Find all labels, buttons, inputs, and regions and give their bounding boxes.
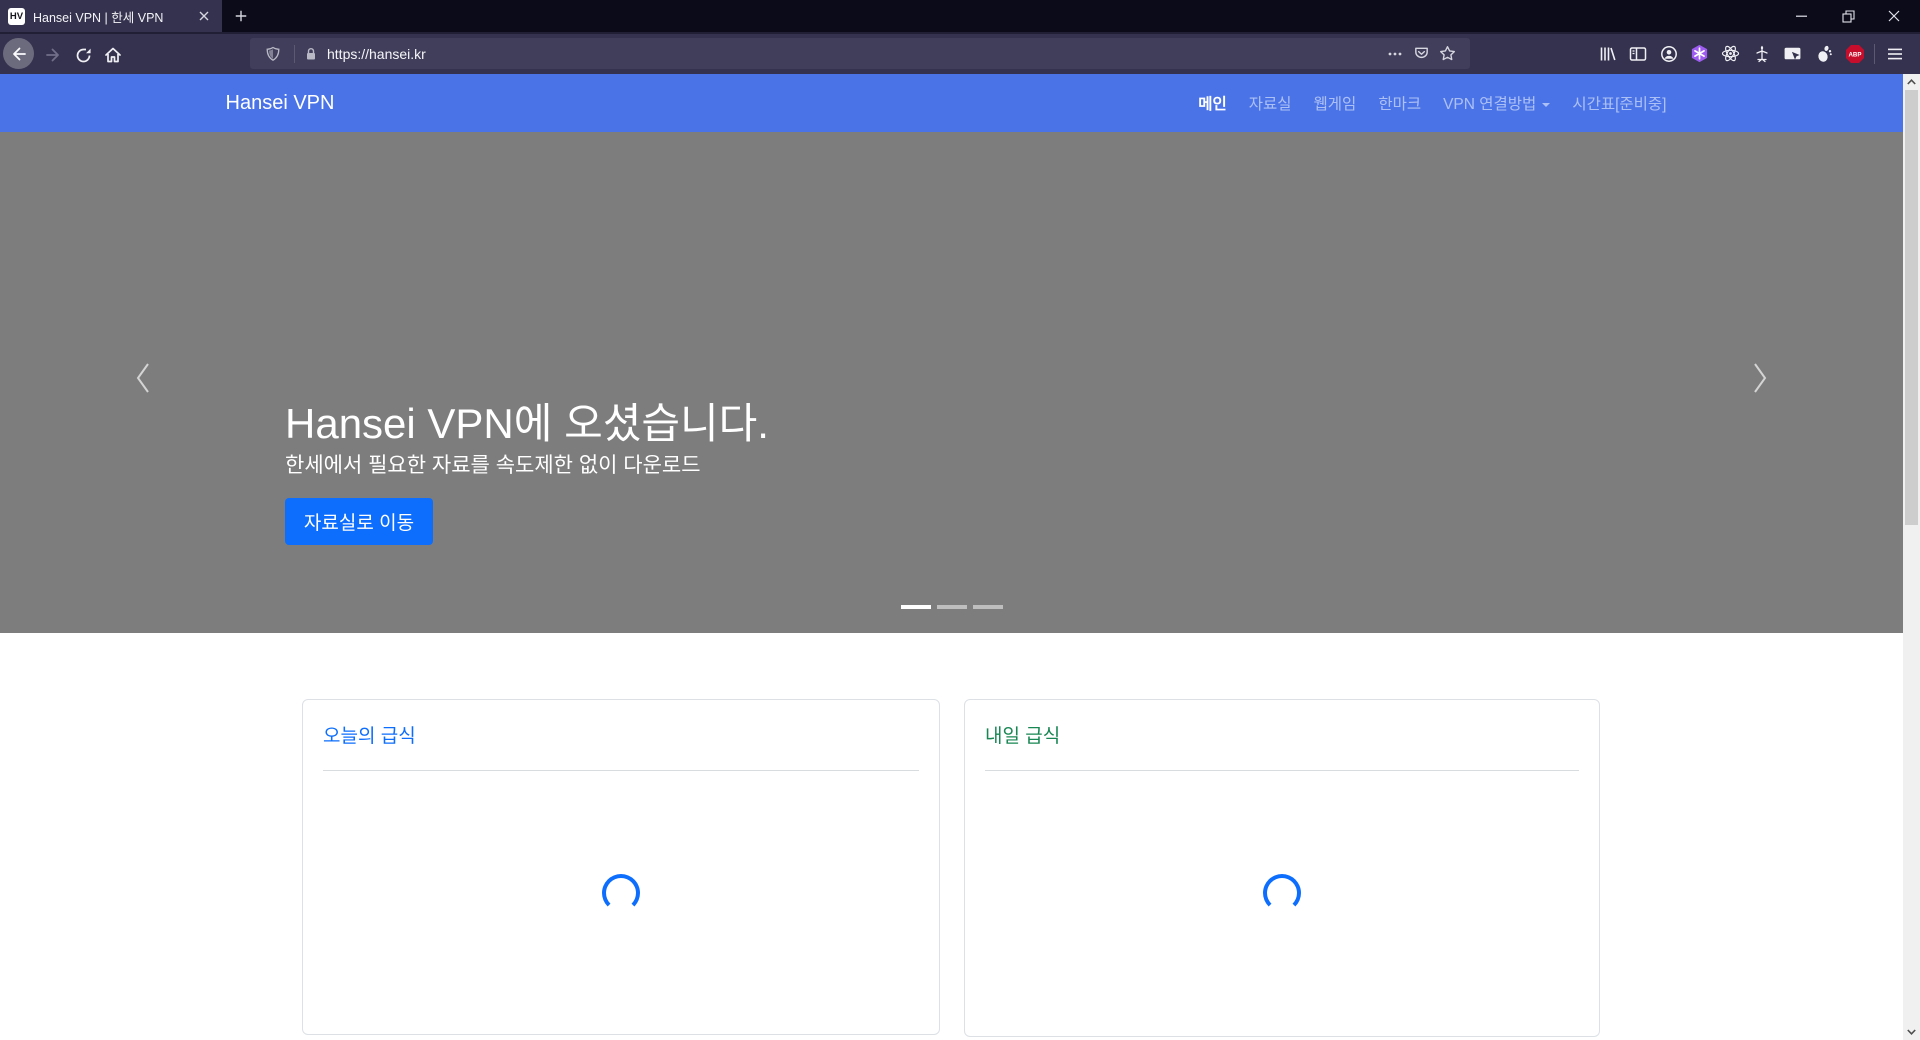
urlbar-separator bbox=[294, 45, 295, 63]
extension-screenshot-button[interactable] bbox=[1777, 38, 1808, 69]
tab-close-button[interactable] bbox=[194, 6, 214, 26]
carousel-indicator-3[interactable] bbox=[973, 605, 1003, 609]
address-bar[interactable]: https://hansei.kr bbox=[250, 38, 1470, 69]
carousel-next-button[interactable] bbox=[1740, 358, 1780, 398]
today-meal-card: 오늘의 급식 bbox=[302, 699, 940, 1035]
page-actions-button[interactable] bbox=[1382, 41, 1408, 67]
chevron-down-icon bbox=[1907, 1029, 1916, 1035]
browser-tab[interactable]: HV Hansei VPN | 한세 VPN bbox=[0, 0, 222, 32]
toolbar-extensions: ABP bbox=[1591, 38, 1910, 69]
screenshot-edit-icon bbox=[1783, 44, 1802, 63]
card-divider bbox=[985, 770, 1579, 771]
hero-cta-button[interactable]: 자료실로 이동 bbox=[285, 498, 433, 545]
extension-tool-button[interactable] bbox=[1746, 38, 1777, 69]
restore-button[interactable] bbox=[1825, 0, 1871, 32]
extension-gnome-button[interactable] bbox=[1808, 38, 1839, 69]
carousel-prev-button[interactable] bbox=[123, 358, 163, 398]
extension-adblock-button[interactable]: ABP bbox=[1839, 38, 1870, 69]
browser-window: HV Hansei VPN | 한세 VPN bbox=[0, 0, 1920, 1040]
nav-item-vpn-dropdown[interactable]: VPN 연결방법 bbox=[1432, 96, 1561, 113]
hamburger-icon bbox=[1887, 46, 1903, 62]
navigation-toolbar: https://hansei.kr bbox=[0, 32, 1920, 74]
loading-spinner bbox=[602, 874, 640, 912]
home-button[interactable] bbox=[102, 44, 124, 66]
pocket-icon bbox=[1413, 45, 1430, 62]
sidebar-icon bbox=[1629, 45, 1647, 63]
nav-item-main[interactable]: 메인 bbox=[1187, 96, 1238, 113]
scrollbar-up-arrow[interactable] bbox=[1903, 74, 1920, 90]
carousel-indicators bbox=[901, 605, 1003, 609]
page-scrollbar[interactable] bbox=[1903, 74, 1920, 1040]
nav-item-timetable[interactable]: 시간표[준비중] bbox=[1561, 96, 1677, 113]
abp-icon: ABP bbox=[1845, 44, 1865, 64]
tab-favicon: HV bbox=[8, 8, 25, 25]
scrollbar-down-arrow[interactable] bbox=[1903, 1024, 1920, 1040]
pocket-button[interactable] bbox=[1408, 41, 1434, 67]
tab-bar: HV Hansei VPN | 한세 VPN bbox=[0, 0, 1920, 32]
gnome-foot-icon bbox=[1815, 45, 1833, 63]
account-icon bbox=[1660, 45, 1678, 63]
star-icon bbox=[1439, 45, 1456, 62]
restore-icon bbox=[1842, 10, 1855, 23]
minimize-icon bbox=[1796, 10, 1808, 22]
new-tab-button[interactable] bbox=[228, 3, 254, 29]
chevron-down-icon bbox=[1542, 103, 1550, 107]
hero-carousel: Hansei VPN에 오셨습니다. 한세에서 필요한 자료를 속도제한 없이 … bbox=[0, 132, 1903, 633]
tomorrow-meal-title: 내일 급식 bbox=[985, 721, 1060, 748]
card-divider bbox=[323, 770, 919, 771]
nav-item-webgame[interactable]: 웹게임 bbox=[1303, 96, 1368, 113]
chevron-up-icon bbox=[1907, 79, 1916, 85]
atom-icon bbox=[1721, 44, 1740, 63]
shield-icon bbox=[265, 46, 281, 62]
site-brand-link[interactable]: Hansei VPN bbox=[226, 92, 335, 115]
tracking-protection-button[interactable] bbox=[260, 41, 286, 67]
svg-text:ABP: ABP bbox=[1848, 51, 1861, 58]
reload-button[interactable] bbox=[72, 44, 94, 66]
scrollbar-thumb[interactable] bbox=[1905, 90, 1918, 525]
sidebar-button[interactable] bbox=[1622, 38, 1653, 69]
loading-spinner bbox=[1263, 874, 1301, 912]
account-button[interactable] bbox=[1653, 38, 1684, 69]
purple-hexagon-extension-icon bbox=[1690, 44, 1709, 63]
chevron-left-icon bbox=[132, 360, 154, 396]
navbar-menu: 메인 자료실 웹게임 한마크 VPN 연결방법 시간표[준비중] bbox=[1187, 92, 1677, 114]
carousel-indicator-2[interactable] bbox=[937, 605, 967, 609]
window-controls bbox=[1779, 0, 1917, 32]
back-arrow-icon bbox=[10, 45, 28, 63]
navbar-container: Hansei VPN 메인 자료실 웹게임 한마크 VPN 연결방법 시간표[준… bbox=[226, 74, 1678, 132]
plus-icon bbox=[234, 9, 248, 23]
minimize-button[interactable] bbox=[1779, 0, 1825, 32]
forward-arrow-icon bbox=[44, 46, 62, 64]
page-viewport: Hansei VPN 메인 자료실 웹게임 한마크 VPN 연결방법 시간표[준… bbox=[0, 74, 1920, 1040]
home-icon bbox=[104, 46, 122, 64]
bookmark-button[interactable] bbox=[1434, 41, 1460, 67]
reload-icon bbox=[75, 47, 92, 64]
forward-button[interactable] bbox=[42, 44, 64, 66]
back-button[interactable] bbox=[3, 38, 34, 69]
today-meal-title: 오늘의 급식 bbox=[323, 721, 416, 748]
library-icon bbox=[1598, 45, 1616, 63]
close-icon bbox=[1888, 10, 1900, 22]
extension-atom-button[interactable] bbox=[1715, 38, 1746, 69]
nav-item-archive[interactable]: 자료실 bbox=[1238, 96, 1303, 113]
library-button[interactable] bbox=[1591, 38, 1622, 69]
tool-icon bbox=[1753, 45, 1771, 63]
nav-item-hanmark[interactable]: 한마크 bbox=[1367, 96, 1432, 113]
lock-icon bbox=[303, 46, 319, 62]
carousel-indicator-1[interactable] bbox=[901, 605, 931, 609]
url-text: https://hansei.kr bbox=[327, 46, 1382, 62]
chevron-right-icon bbox=[1749, 360, 1771, 396]
hero-subtitle: 한세에서 필요한 자료를 속도제한 없이 다운로드 bbox=[285, 449, 701, 479]
close-window-button[interactable] bbox=[1871, 0, 1917, 32]
menu-button[interactable] bbox=[1879, 38, 1910, 69]
tab-title: Hansei VPN | 한세 VPN bbox=[33, 7, 194, 26]
close-icon bbox=[199, 11, 209, 21]
toolbar-separator bbox=[1874, 44, 1875, 64]
extension-hexagon-button[interactable] bbox=[1684, 38, 1715, 69]
tomorrow-meal-card: 내일 급식 bbox=[964, 699, 1600, 1037]
hero-title: Hansei VPN에 오셨습니다. bbox=[285, 390, 769, 451]
ellipsis-icon bbox=[1387, 46, 1403, 62]
site-navbar: Hansei VPN 메인 자료실 웹게임 한마크 VPN 연결방법 시간표[준… bbox=[0, 74, 1903, 132]
